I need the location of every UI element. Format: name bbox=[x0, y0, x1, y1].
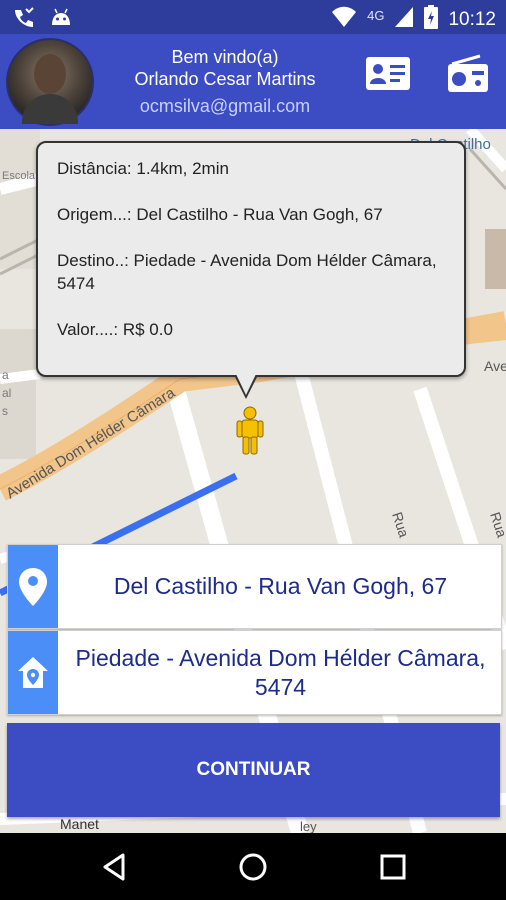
app-header: Bem vindo(a) Orlando Cesar Martins ocmsi… bbox=[0, 34, 506, 129]
poi-label: a bbox=[2, 368, 9, 382]
avatar[interactable] bbox=[6, 38, 94, 126]
recent-apps-icon[interactable] bbox=[371, 845, 415, 889]
destination-address: Piedade - Avenida Dom Hélder Câmara, 547… bbox=[75, 644, 486, 700]
poi-label: al bbox=[2, 386, 11, 400]
origin-field[interactable]: Del Castilho - Rua Van Gogh, 67 bbox=[7, 544, 502, 629]
home-location-icon bbox=[8, 631, 58, 714]
destination-field[interactable]: Piedade - Avenida Dom Hélder Câmara, 547… bbox=[7, 630, 502, 715]
pegman-marker-icon[interactable] bbox=[236, 406, 264, 456]
continue-button[interactable]: CONTINUAR bbox=[7, 723, 500, 817]
home-icon[interactable] bbox=[231, 845, 275, 889]
signal-icon bbox=[394, 6, 414, 33]
android-icon bbox=[50, 7, 72, 32]
radio-icon[interactable] bbox=[444, 54, 492, 94]
clock: 10:12 bbox=[448, 8, 496, 30]
user-name: Orlando Cesar Martins bbox=[134, 69, 316, 89]
status-bar: 4G 10:12 bbox=[0, 0, 506, 34]
welcome-text: Bem vindo(a) Orlando Cesar Martins bbox=[100, 46, 350, 90]
route-info-callout: Distância: 1.4km, 2min Origem...: Del Ca… bbox=[36, 141, 466, 399]
back-icon[interactable] bbox=[92, 845, 136, 889]
poi-label: s bbox=[2, 404, 8, 418]
welcome-label: Bem vindo(a) bbox=[171, 47, 279, 67]
origin-text: Origem...: Del Castilho - Rua Van Gogh, … bbox=[57, 205, 383, 224]
phone-missed-icon bbox=[12, 6, 36, 33]
value-text: Valor....: R$ 0.0 bbox=[57, 320, 173, 339]
origin-address: Del Castilho - Rua Van Gogh, 67 bbox=[113, 573, 448, 599]
street-label: Ave bbox=[484, 358, 506, 374]
street-label: ley bbox=[300, 819, 317, 833]
wifi-icon bbox=[331, 6, 357, 33]
street-label: Manet bbox=[60, 816, 99, 832]
id-card-icon[interactable] bbox=[364, 54, 412, 94]
distance-text: Distância: 1.4km, 2min bbox=[57, 159, 229, 178]
destination-text: Destino..: Piedade - Avenida Dom Hélder … bbox=[57, 251, 437, 293]
user-email: ocmsilva@gmail.com bbox=[139, 96, 311, 116]
location-pin-icon bbox=[8, 545, 58, 628]
battery-icon bbox=[424, 5, 439, 34]
system-nav-bar bbox=[0, 833, 506, 900]
network-type: 4G bbox=[367, 8, 385, 23]
